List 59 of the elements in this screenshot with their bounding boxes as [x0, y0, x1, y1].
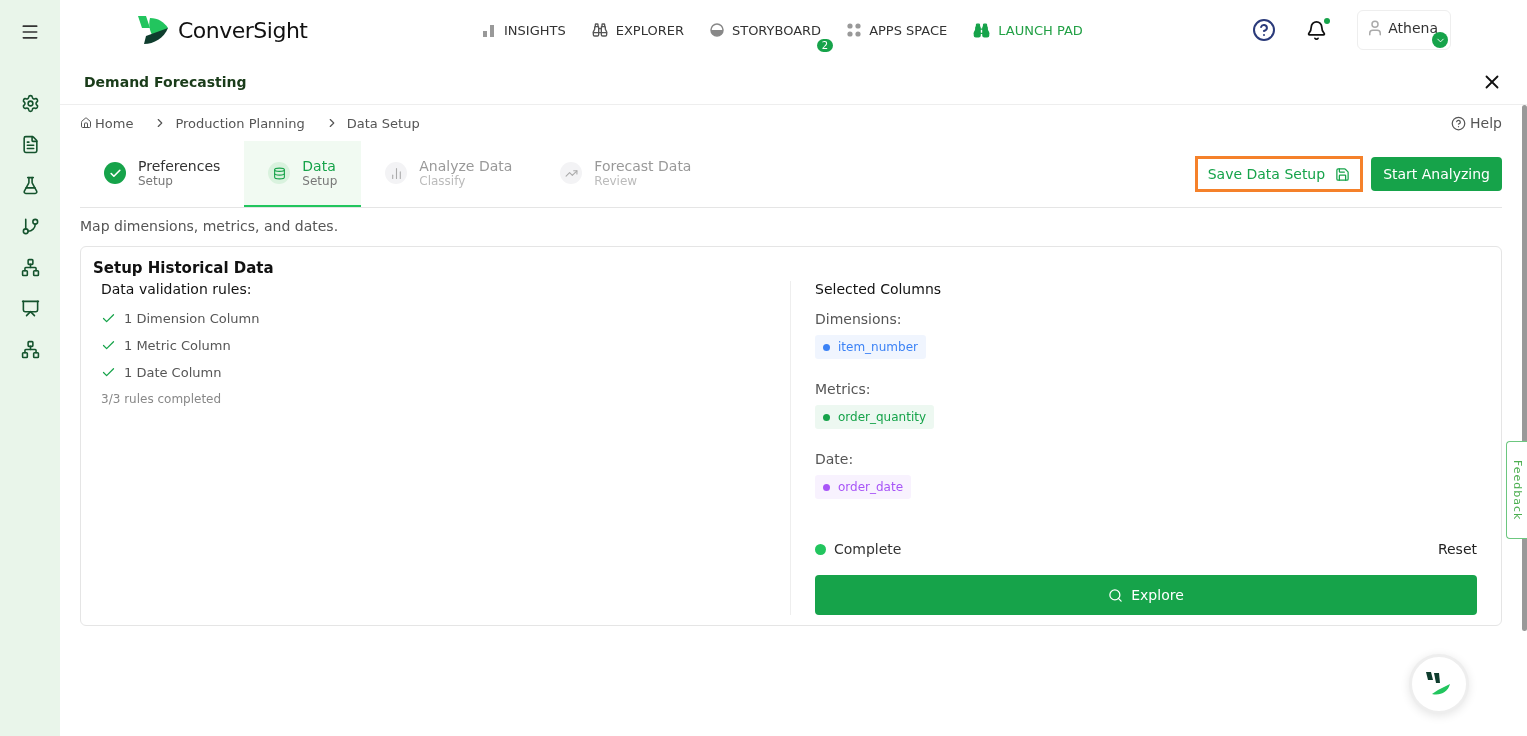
- report-icon[interactable]: [20, 135, 40, 154]
- user-menu-button[interactable]: Athena: [1357, 10, 1451, 50]
- rule-text: 1 Date Column: [124, 365, 222, 380]
- home-icon: [80, 117, 92, 129]
- brand-name: ConverSight: [178, 17, 308, 43]
- step-tab[interactable]: Data Setup: [244, 141, 362, 207]
- half-circle-icon: [709, 23, 724, 37]
- notification-bell-icon[interactable]: [1306, 19, 1328, 41]
- settings-icon[interactable]: [20, 94, 40, 113]
- nav-tab[interactable]: APPS SPACE: [847, 22, 948, 38]
- step-subtitle: Review: [594, 174, 639, 188]
- column-tag: order_quantity: [815, 405, 935, 429]
- status-label: Complete: [815, 541, 902, 557]
- help-link[interactable]: Help: [1451, 115, 1502, 131]
- help-icon[interactable]: [1252, 18, 1277, 42]
- count-badge: 2: [816, 38, 834, 52]
- section-title: Selected Columns: [815, 281, 943, 297]
- step-title: Preferences: [138, 158, 221, 174]
- help-icon: [1451, 115, 1467, 131]
- branch-icon[interactable]: [20, 217, 40, 236]
- hierarchy-icon[interactable]: [20, 340, 40, 359]
- step-title: Analyze Data: [419, 158, 513, 174]
- step-tab[interactable]: Preferences Setup: [80, 141, 245, 207]
- binoculars-icon: [973, 21, 991, 39]
- rule-text: 1 Metric Column: [124, 338, 231, 353]
- bar-chart-icon: [482, 23, 496, 37]
- breadcrumb-link[interactable]: Home: [80, 115, 134, 131]
- column-tag: order_date: [815, 475, 912, 499]
- rules-summary: 3/3 rules completed: [101, 392, 223, 406]
- hierarchy-icon[interactable]: [20, 258, 40, 277]
- column-tag: item_number: [815, 335, 926, 359]
- assistant-button[interactable]: [1409, 654, 1469, 714]
- group-label: Metrics:: [815, 381, 872, 397]
- save-icon: [1335, 166, 1351, 182]
- nav-tab[interactable]: EXPLORER: [591, 22, 684, 38]
- group-label: Dimensions:: [815, 311, 903, 327]
- description: Map dimensions, metrics, and dates.: [80, 218, 340, 234]
- card-title: Setup Historical Data: [93, 259, 275, 277]
- step-title: Forecast Data: [594, 158, 692, 174]
- rule-text: 1 Dimension Column: [124, 311, 260, 326]
- panel-title: Demand Forecasting: [84, 74, 247, 90]
- step-subtitle: Setup: [302, 174, 338, 188]
- breadcrumb-link[interactable]: Data Setup: [346, 115, 420, 131]
- breadcrumb-link[interactable]: Production Planning: [175, 115, 305, 131]
- menu-icon[interactable]: [20, 22, 40, 42]
- caret-icon: [1432, 32, 1448, 48]
- reset-button[interactable]: Reset: [1437, 541, 1477, 557]
- section-title: Data validation rules:: [101, 281, 253, 297]
- step-subtitle: Setup: [138, 174, 174, 188]
- binoculars-icon: [591, 22, 608, 38]
- presentation-icon[interactable]: [20, 299, 40, 318]
- logo-icon: [136, 14, 170, 46]
- step-subtitle: Classify: [419, 174, 467, 188]
- step-title: Data: [302, 158, 337, 174]
- search-icon: [1108, 587, 1124, 603]
- grid-dots-icon: [847, 23, 862, 37]
- group-label: Date:: [815, 451, 855, 467]
- nav-tab[interactable]: INSIGHTS: [482, 22, 566, 38]
- flask-icon[interactable]: [20, 176, 40, 195]
